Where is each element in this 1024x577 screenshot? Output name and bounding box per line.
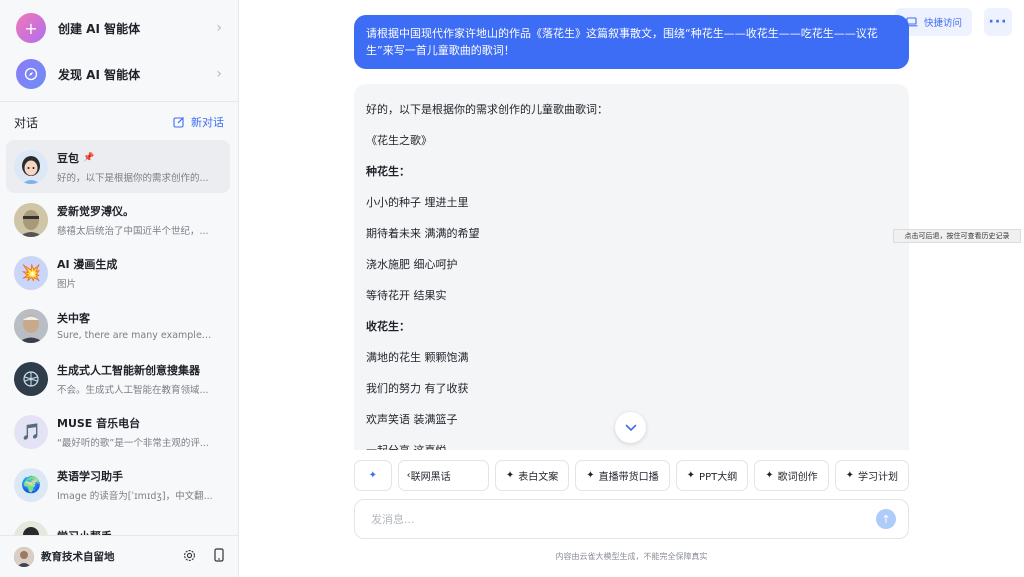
create-agent-label: 创建 AI 智能体 xyxy=(58,21,141,36)
chevron-right-icon: › xyxy=(216,20,222,36)
suggestion-chip[interactable]: ✦ 学习计划 xyxy=(834,460,909,491)
ai-response: 好的，以下是根据你的需求创作的儿童歌曲歌词： 《花生之歌》 种花生： 小小的种子 埋进… xyxy=(354,84,909,450)
user-message: 请根据中国现代作家许地山的作品《落花生》这篇叙事散文，围绕“种花生——收花生——… xyxy=(354,15,909,69)
sparkle-icon: ✦ xyxy=(686,470,696,481)
conversation-list: 豆包 📌 好的，以下是根据你的需求创作的... 爱新觉罗溥仪。 慈禧太后统治了中国… xyxy=(6,140,230,536)
conversation-item[interactable]: 豆包 📌 好的，以下是根据你的需求创作的... xyxy=(6,140,230,193)
chip-label: 歌词创作 xyxy=(777,472,818,483)
sparkle-icon: ✦ xyxy=(368,470,377,481)
chip-label: 联网黑话 xyxy=(410,472,451,483)
sidebar-footer: 教育技术自留地 xyxy=(0,535,238,577)
chevron-right-icon: › xyxy=(216,66,222,82)
ai-response-line: 小小的种子 埋进土里 xyxy=(366,196,469,209)
conversation-preview: 慈禧太后统治了中国近半个世纪，... xyxy=(57,225,209,237)
ai-response-line: 浇水施肥 细心呵护 xyxy=(366,258,458,271)
conversation-preview: Sure, there are many examples ... xyxy=(57,330,215,341)
conversation-item[interactable]: 学习小帮手 xyxy=(6,511,230,536)
doubao-avatar xyxy=(14,149,48,184)
top-toolbar: 快捷访问 ··· xyxy=(894,8,1012,36)
conversation-section-title: 对话 xyxy=(14,115,39,130)
message-input-box: ↑ xyxy=(354,499,909,539)
conversation-item[interactable]: 爱新觉罗溥仪。 慈禧太后统治了中国近半个世纪，... xyxy=(6,193,230,246)
conversation-title: 爱新觉罗溥仪。 xyxy=(57,204,134,218)
music-note-avatar: 🎵 xyxy=(14,414,48,449)
message-input[interactable] xyxy=(371,512,851,526)
sidebar: + 创建 AI 智能体 › 发现 AI 智能体 › 对话 新对话 豆包 📌 好的，… xyxy=(0,0,239,577)
new-chat-label: 新对话 xyxy=(191,116,224,129)
suggestion-chip[interactable]: ✦ 歌词创作 xyxy=(754,460,829,491)
discover-agent-label: 发现 AI 智能体 xyxy=(58,67,141,82)
conversation-title: MUSE 音乐电台 xyxy=(57,416,141,430)
pin-icon: 📌 xyxy=(83,152,95,163)
suggestion-chip[interactable]: ✦ PPT大纲 xyxy=(675,460,749,491)
suggestion-chip[interactable]: ✦ 表白文案 xyxy=(494,460,570,491)
comic-avatar: 💥 xyxy=(14,255,48,290)
more-options-button[interactable]: ··· xyxy=(984,8,1012,36)
plus-icon: + xyxy=(16,13,46,43)
conversation-preview: “最好听的歌”是一个非常主观的评... xyxy=(57,437,209,449)
puyi-avatar xyxy=(14,202,48,237)
back-tooltip: 点击可后退，按住可查看历史记录 xyxy=(893,229,1021,243)
conversation-item[interactable]: 生成式人工智能新创意搜集器 不会。生成式人工智能在教育领域... xyxy=(6,352,230,405)
ai-response-line: 《花生之歌》 xyxy=(366,134,432,147)
settings-gear-icon[interactable] xyxy=(183,549,196,565)
disclaimer-text: 内容由云雀大模型生成，不能完全保障真实 xyxy=(555,552,708,561)
arrow-up-icon: ↑ xyxy=(881,512,891,526)
chevron-down-icon xyxy=(625,424,636,431)
ai-response-line: 收花生： xyxy=(366,320,410,333)
user-avatar[interactable] xyxy=(14,546,34,567)
mobile-phone-icon[interactable] xyxy=(214,548,224,565)
suggestion-chip[interactable]: ‹ 联网黑话 xyxy=(397,460,489,491)
discover-agent-button[interactable]: 发现 AI 智能体 › xyxy=(8,54,230,94)
chip-label: 直播带货口播 xyxy=(598,472,659,483)
conversation-preview: Image 的读音为[ˈɪmɪdʒ]，中文翻... xyxy=(57,490,213,502)
conversation-item[interactable]: 关中客 Sure, there are many examples ... xyxy=(6,299,230,352)
conversation-title: 生成式人工智能新创意搜集器 xyxy=(57,363,200,377)
chip-label: 表白文案 xyxy=(518,472,559,483)
send-button[interactable]: ↑ xyxy=(876,509,896,529)
chip-label: PPT大纲 xyxy=(699,472,738,483)
ai-response-line: 好的，以下是根据你的需求创作的儿童歌曲歌词： xyxy=(366,103,608,116)
sparkle-icon: ✦ xyxy=(505,470,515,481)
conversation-title: 豆包 xyxy=(57,151,79,165)
ai-response-line: 等待花开 结果实 xyxy=(366,289,447,302)
sidebar-divider xyxy=(0,101,238,102)
create-agent-button[interactable]: + 创建 AI 智能体 › xyxy=(8,8,230,48)
suggestion-chips: ✦ ‹ 联网黑话 ✦ 表白文案 ✦ 直播带货口播 ✦ PPT大纲 ✦ 歌词创作 ✦ 学习计划 xyxy=(354,460,909,491)
ai-response-line: 我们的努力 有了收获 xyxy=(366,382,469,395)
conversation-item[interactable]: 🌍 英语学习助手 Image 的读音为[ˈɪmɪdʒ]，中文翻... xyxy=(6,458,230,511)
study-avatar xyxy=(14,520,48,536)
sparkle-button[interactable]: ✦ xyxy=(354,460,392,491)
quick-access-label: 快捷访问 xyxy=(923,18,962,29)
globe-avatar: 🌍 xyxy=(14,467,48,502)
sparkle-icon: ✦ xyxy=(586,470,595,481)
conversation-preview: 好的，以下是根据你的需求创作的... xyxy=(57,172,209,184)
conversation-title: 关中客 xyxy=(57,312,90,325)
conversation-preview: 图片 xyxy=(57,278,77,290)
guanzhongke-avatar xyxy=(14,308,48,343)
chip-label: 学习计划 xyxy=(858,472,898,483)
compass-icon xyxy=(16,59,46,89)
brain-avatar xyxy=(14,361,48,396)
ai-response-line: 种花生： xyxy=(366,165,410,178)
ai-response-line: 期待着未来 满满的希望 xyxy=(366,227,480,240)
ai-response-line: 满地的花生 颗颗饱满 xyxy=(366,351,469,364)
suggestion-chip[interactable]: ✦ 直播带货口播 xyxy=(575,460,670,491)
conversation-header: 对话 新对话 xyxy=(14,112,224,132)
new-chat-button[interactable]: 新对话 xyxy=(173,114,224,130)
user-name[interactable]: 教育技术自留地 xyxy=(41,549,115,564)
sparkle-icon: ✦ xyxy=(845,470,854,481)
sparkle-icon: ✦ xyxy=(765,470,774,481)
conversation-item[interactable]: 🎵 MUSE 音乐电台 “最好听的歌”是一个非常主观的评... xyxy=(6,405,230,458)
conversation-title: AI 漫画生成 xyxy=(57,257,118,271)
conversation-preview: 不会。生成式人工智能在教育领域... xyxy=(57,384,209,396)
scroll-to-bottom-button[interactable] xyxy=(615,412,646,443)
conversation-item[interactable]: 💥 AI 漫画生成 图片 xyxy=(6,246,230,299)
edit-icon xyxy=(173,117,184,128)
conversation-title: 英语学习助手 xyxy=(57,469,123,483)
